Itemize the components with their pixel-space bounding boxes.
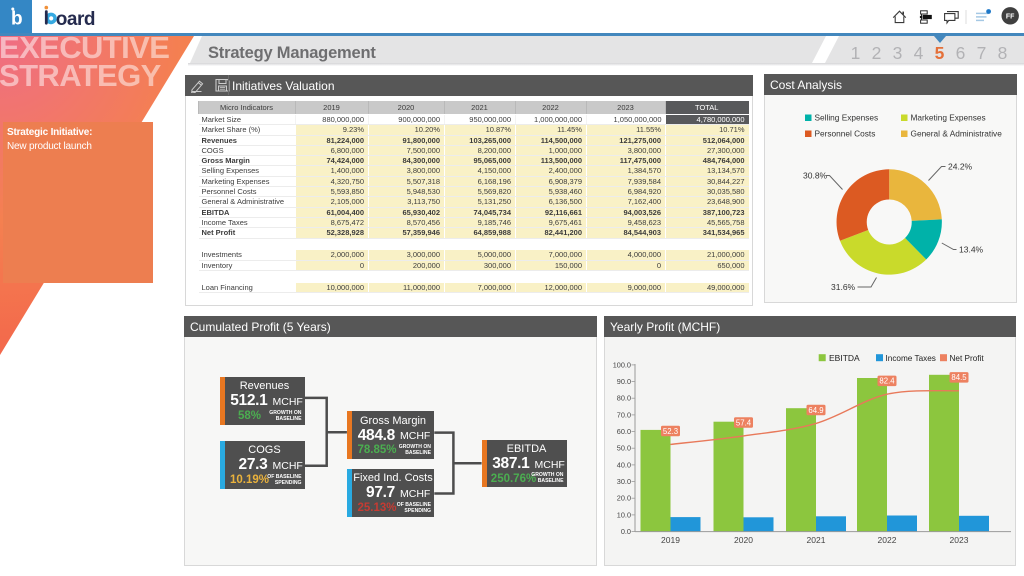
svg-text:FF: FF [1006, 13, 1015, 20]
svg-text:2019: 2019 [661, 535, 680, 545]
svg-text:31.6%: 31.6% [831, 282, 856, 292]
svg-text:Selling Expenses: Selling Expenses [815, 113, 879, 123]
svg-text:84.5: 84.5 [951, 373, 967, 382]
svg-text:64.9: 64.9 [808, 406, 823, 415]
svg-text:2020: 2020 [734, 535, 753, 545]
svg-text:b: b [11, 9, 23, 30]
svg-text:40.0: 40.0 [617, 460, 631, 469]
svg-text:20.0: 20.0 [617, 494, 631, 503]
svg-text:60.0: 60.0 [617, 427, 631, 436]
svg-text:Personnel Costs: Personnel Costs [815, 129, 876, 139]
svg-text:80.0: 80.0 [617, 394, 631, 403]
svg-text:13.4%: 13.4% [959, 245, 984, 255]
svg-text:EBITDA: EBITDA [829, 353, 860, 363]
svg-text:0.0: 0.0 [621, 527, 631, 536]
svg-text:General & Administrative: General & Administrative [911, 129, 1003, 139]
svg-text:30.0: 30.0 [617, 477, 631, 486]
svg-text:Net Profit: Net Profit [950, 354, 985, 363]
svg-text:30.8%: 30.8% [803, 171, 828, 181]
svg-text:2021: 2021 [807, 535, 826, 545]
svg-text:2023: 2023 [950, 535, 969, 545]
svg-text:70.0: 70.0 [617, 410, 631, 419]
svg-text:52.3: 52.3 [663, 427, 678, 436]
svg-text:Marketing Expenses: Marketing Expenses [911, 113, 986, 123]
svg-text:100.0: 100.0 [613, 360, 631, 369]
svg-text:50.0: 50.0 [617, 444, 631, 453]
svg-text:oard: oard [56, 9, 95, 30]
svg-text:2022: 2022 [878, 535, 897, 545]
svg-text:10.0: 10.0 [617, 510, 631, 519]
svg-text:Income Taxes: Income Taxes [886, 354, 936, 363]
svg-text:82.4: 82.4 [879, 377, 895, 386]
svg-text:90.0: 90.0 [617, 377, 631, 386]
svg-text:57.4: 57.4 [736, 418, 752, 427]
svg-text:24.2%: 24.2% [948, 162, 973, 172]
